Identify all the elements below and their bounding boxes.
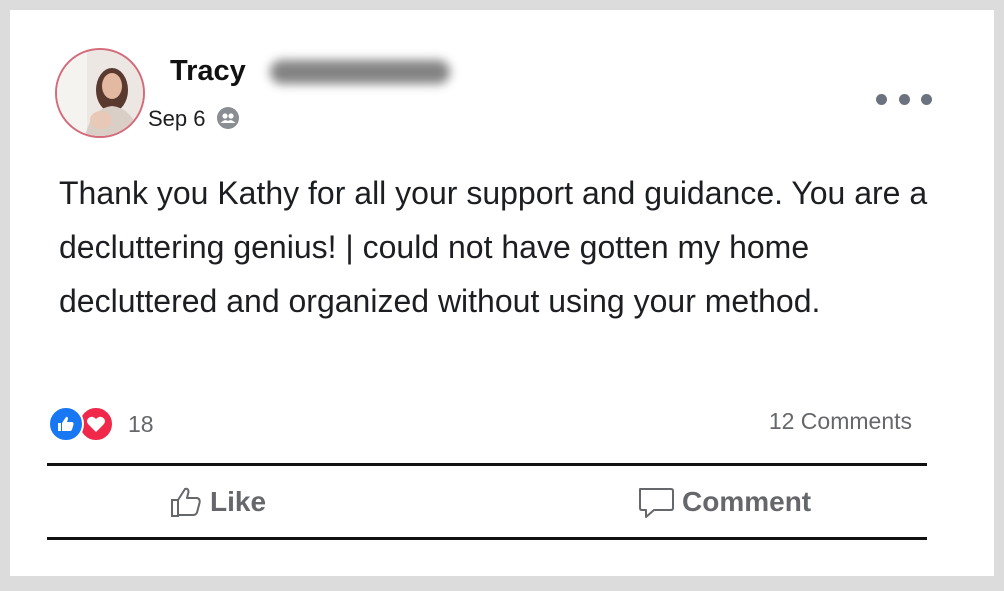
like-button[interactable]: Like <box>168 480 266 524</box>
more-options-button[interactable] <box>876 88 932 110</box>
avatar[interactable] <box>55 48 145 138</box>
divider <box>47 537 927 540</box>
post-date[interactable]: Sep 6 <box>148 106 206 132</box>
post-card: Tracy Sep 6 Thank you Kathy for all your… <box>10 10 994 576</box>
like-icon <box>48 406 84 442</box>
friends-icon <box>217 107 239 129</box>
reaction-count: 18 <box>128 410 154 437</box>
more-dots-icon <box>876 93 887 105</box>
like-label: Like <box>210 486 267 517</box>
comment-label: Comment <box>682 486 812 517</box>
comment-bubble-icon <box>639 488 674 518</box>
comment-count-link[interactable]: 12 Comments <box>769 408 912 435</box>
divider <box>47 463 927 466</box>
redacted-surname <box>270 60 450 84</box>
thumbs-up-icon <box>171 487 201 517</box>
author-name[interactable]: Tracy <box>170 54 246 88</box>
post-text: Thank you Kathy for all your support and… <box>59 175 928 319</box>
more-dots-icon <box>921 93 932 105</box>
comment-button[interactable]: Comment <box>636 480 811 524</box>
reactions-summary[interactable]: 18 <box>48 406 154 442</box>
more-dots-icon <box>898 93 910 105</box>
